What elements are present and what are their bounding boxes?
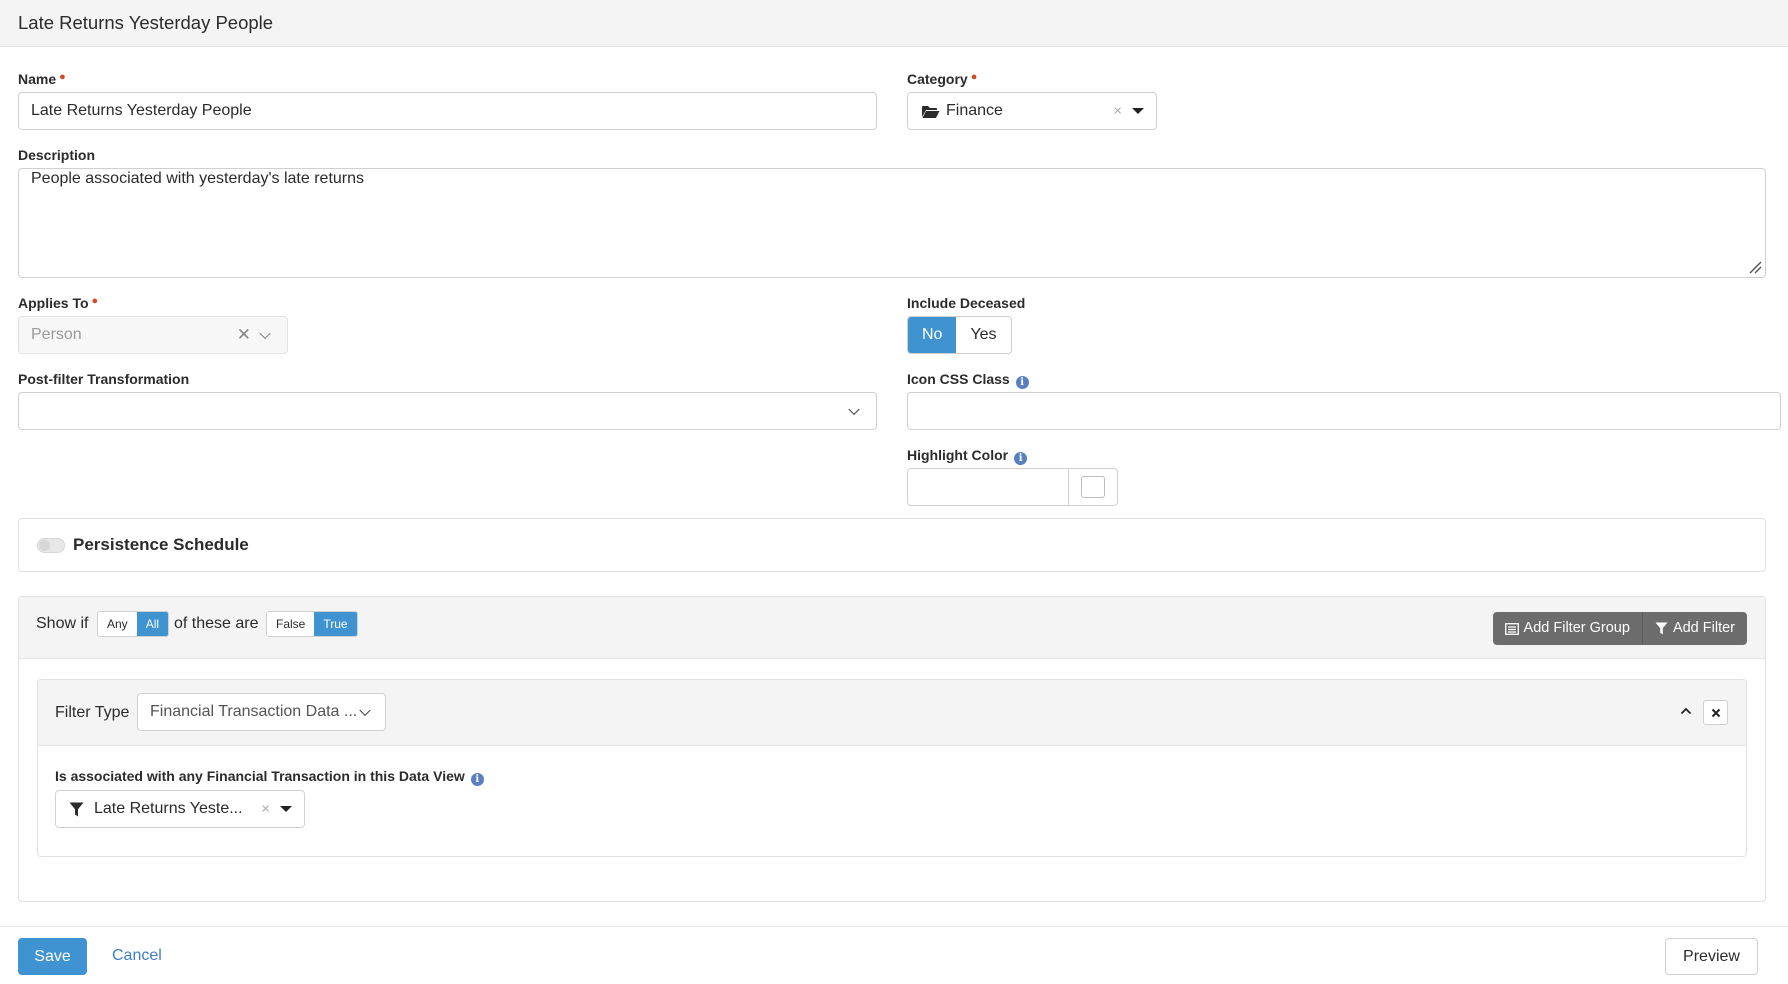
include-deceased-no[interactable]: No [908, 317, 957, 353]
category-value: Finance [946, 102, 1003, 119]
any-all-toggle[interactable]: Any All [97, 611, 170, 637]
filter-item: Filter Type Financial Transaction Data .… [37, 679, 1747, 857]
name-input[interactable]: Late Returns Yesterday People [18, 92, 877, 130]
resize-grip-icon[interactable] [1748, 260, 1762, 274]
form-footer: Save Cancel Preview [0, 926, 1788, 984]
all-option[interactable]: All [136, 612, 169, 636]
highlight-color-label: Highlight Color i [907, 447, 1028, 465]
color-swatch[interactable] [1081, 476, 1105, 498]
filter-type-select[interactable]: Financial Transaction Data ... [137, 693, 386, 731]
persistence-panel: Persistence Schedule [18, 518, 1766, 572]
chevron-down-icon[interactable] [848, 403, 860, 416]
post-filter-select[interactable] [18, 392, 877, 430]
filter-type-value: Financial Transaction Data ... [150, 703, 358, 720]
filter-header: Show if Any All of these are False True … [19, 597, 1765, 659]
required-indicator: ● [59, 71, 66, 83]
description-value: People associated with yesterday's late … [31, 170, 365, 187]
clear-icon[interactable]: × [1113, 103, 1122, 120]
chevron-down-icon[interactable] [259, 327, 271, 340]
category-picker[interactable]: Finance × [907, 92, 1157, 130]
switch-knob [39, 540, 50, 551]
list-icon [1504, 622, 1519, 635]
save-button[interactable]: Save [18, 938, 87, 975]
any-option[interactable]: Any [98, 612, 137, 636]
description-textarea[interactable]: People associated with yesterday's late … [18, 168, 1766, 278]
required-indicator: ● [91, 295, 99, 307]
true-option[interactable]: True [314, 612, 357, 636]
of-these-are-label: of these are [174, 615, 259, 632]
add-filter-group-label: Add Filter Group [1523, 620, 1630, 636]
chevron-up-icon[interactable] [1680, 707, 1692, 715]
filter-icon [69, 802, 84, 817]
persistence-switch[interactable] [37, 538, 65, 553]
close-icon [1711, 708, 1721, 718]
applies-to-select[interactable]: Person ✕ [18, 316, 288, 354]
filter-panel: Show if Any All of these are False True … [18, 596, 1766, 902]
chevron-down-icon[interactable] [359, 704, 371, 717]
required-indicator: ● [970, 71, 978, 83]
info-icon[interactable]: i [1015, 376, 1029, 389]
preview-button[interactable]: Preview [1665, 938, 1758, 975]
add-filter-group-button[interactable]: Add Filter Group [1493, 612, 1642, 645]
applies-to-value: Person [31, 326, 82, 343]
clear-icon[interactable]: ✕ [237, 325, 251, 345]
false-option[interactable]: False [267, 612, 315, 636]
include-deceased-toggle[interactable]: No Yes [907, 316, 1012, 354]
false-true-toggle[interactable]: False True [266, 611, 358, 637]
add-filter-button[interactable]: Add Filter [1641, 612, 1747, 645]
description-label: Description [18, 147, 96, 163]
dataview-field-label: Is associated with any Financial Transac… [55, 768, 484, 786]
filter-icon [1655, 622, 1668, 635]
page-title: Late Returns Yesterday People [18, 12, 274, 33]
dataview-value: Late Returns Yeste... [94, 800, 243, 817]
caret-down-icon[interactable] [1132, 108, 1144, 114]
clear-icon[interactable]: × [261, 801, 270, 818]
cancel-button[interactable]: Cancel [112, 947, 162, 965]
applies-to-label: Applies To ● [18, 295, 99, 311]
folder-open-icon [922, 106, 940, 118]
caret-down-icon[interactable] [280, 806, 292, 812]
persistence-label: Persistence Schedule [73, 535, 249, 554]
add-filter-label: Add Filter [1672, 620, 1735, 636]
dataview-picker[interactable]: Late Returns Yeste... × [55, 790, 305, 828]
show-if-label: Show if [36, 615, 89, 632]
divider [1068, 469, 1069, 505]
remove-filter-button[interactable] [1703, 700, 1728, 725]
info-icon[interactable]: i [1014, 452, 1028, 465]
include-deceased-yes[interactable]: Yes [956, 317, 1011, 353]
icon-css-input[interactable] [907, 392, 1781, 430]
info-icon[interactable]: i [470, 773, 484, 786]
name-input-value: Late Returns Yesterday People [31, 102, 252, 119]
post-filter-label: Post-filter Transformation [18, 371, 190, 387]
filter-item-header: Filter Type Financial Transaction Data .… [38, 680, 1746, 746]
include-deceased-label: Include Deceased [907, 295, 1026, 311]
page-header: Late Returns Yesterday People [0, 0, 1788, 47]
category-label: Category ● [907, 71, 978, 87]
icon-css-label: Icon CSS Class i [907, 371, 1029, 389]
name-label: Name ● [18, 71, 66, 87]
filter-action-buttons: Add Filter Group Add Filter [1492, 612, 1747, 645]
filter-type-label: Filter Type [55, 704, 130, 721]
highlight-color-picker[interactable] [907, 468, 1118, 506]
